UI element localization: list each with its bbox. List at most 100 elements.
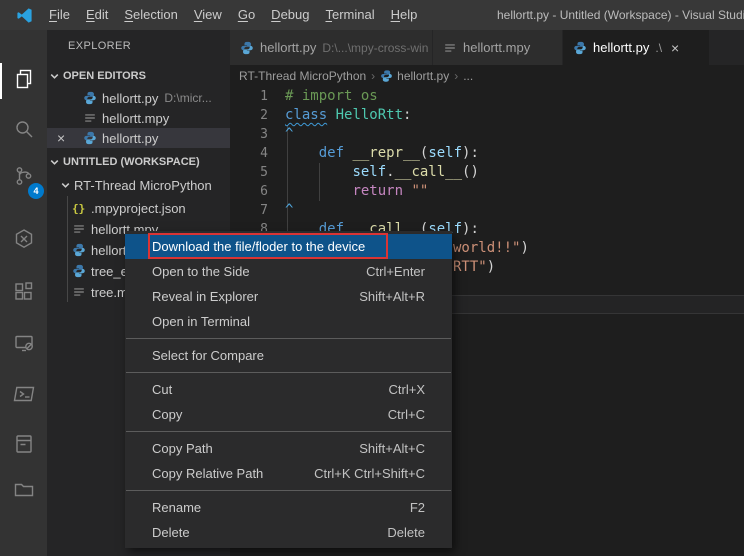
breadcrumb-item[interactable]: RT-Thread MicroPython [239,69,366,83]
menu-item-label: Copy Path [152,436,213,461]
tab-path-hint: D:\...\mpy-cross-win [322,41,428,55]
breadcrumb-item[interactable]: ... [463,69,473,83]
activity-bar: 4 [0,30,47,556]
menu-help[interactable]: Help [383,0,426,30]
tab-hellortt.mpy[interactable]: hellortt.mpy [433,30,563,65]
chevron-down-icon [49,71,60,82]
activity-search-button[interactable] [0,116,47,146]
file-name: .mpyproject.json [91,201,186,216]
menu-item-label: Rename [152,495,201,520]
menu-go[interactable]: Go [230,0,263,30]
context-menu-item-cut[interactable]: CutCtrl+X [125,377,452,402]
activity-terminal-button[interactable] [0,381,47,411]
tab-label: hellortt.py [593,40,649,55]
activity-extensions-button[interactable] [0,279,47,309]
activity-device-monitor-button[interactable] [0,330,47,360]
activity-debug-button[interactable] [0,226,47,256]
activity-folder-button[interactable] [0,476,47,506]
menu-item-label: Copy Relative Path [152,461,263,486]
mpy-file-icon [83,111,98,125]
source-control-badge: 4 [28,183,44,199]
context-menu-item-copy[interactable]: CopyCtrl+C [125,402,452,427]
line-number: 1 [230,87,268,106]
menu-file[interactable]: File [41,0,78,30]
tab-hellortt.py-active[interactable]: hellortt.py .\ × [563,30,710,65]
menu-item-shortcut: Delete [387,520,425,545]
open-editor-hellortt.py[interactable]: hellortt.pyD:\micr... [47,88,230,108]
editor-tab-bar: hellortt.pyD:\...\mpy-cross-winhellortt.… [230,30,744,65]
folder-icon [12,477,36,506]
menu-edit[interactable]: Edit [78,0,116,30]
context-menu-item-open-in-terminal[interactable]: Open in Terminal [125,309,452,334]
menu-item-shortcut: Ctrl+X [389,377,425,402]
window-title: hellortt.py - Untitled (Workspace) - Vis… [497,0,744,30]
line-number: 2 [230,106,268,125]
search-icon [12,117,36,146]
menu-item-label: Open to the Side [152,259,250,284]
menu-terminal[interactable]: Terminal [317,0,382,30]
menu-selection[interactable]: Selection [116,0,185,30]
activity-explorer-button[interactable] [0,66,47,96]
activity-source-control-button[interactable]: 4 [0,163,47,193]
workspace-header[interactable]: UNTITLED (WORKSPACE) [47,152,230,172]
menu-debug[interactable]: Debug [263,0,317,30]
open-editor-hellortt.mpy[interactable]: hellortt.mpy [47,108,230,128]
menu-view[interactable]: View [186,0,230,30]
file-name: hellortt.mpy [102,111,169,126]
close-icon[interactable]: × [57,128,65,148]
breadcrumb-item[interactable]: hellortt.py [380,69,449,83]
title-bar: FileEditSelectionViewGoDebugTerminalHelp… [0,0,744,30]
notebook-icon [12,432,36,461]
tab-label: hellortt.mpy [463,40,530,55]
context-menu-item-reveal-in-explorer[interactable]: Reveal in Explorer Shift+Alt+R [125,284,452,309]
menu-item-shortcut: Shift+Alt+R [359,284,425,309]
breadcrumb: RT-Thread MicroPython›hellortt.py›... [230,65,744,87]
folder-rt-thread-micropython[interactable]: RT-Thread MicroPython [47,175,230,195]
code-line-2: 2class HelloRtt: [230,106,744,125]
extensions-icon [12,280,36,309]
menu-item-shortcut: Ctrl+C [388,402,425,427]
open-editors-header[interactable]: OPEN EDITORS [47,66,230,86]
menu-separator [126,490,451,491]
menu-item-shortcut: Ctrl+K Ctrl+Shift+C [314,461,425,486]
line-number: 6 [230,182,268,201]
menu-item-label: Open in Terminal [152,309,250,334]
python-file-icon [72,264,87,278]
python-file-icon [573,41,588,55]
tab-path-hint: .\ [655,41,662,55]
context-menu-item-delete[interactable]: Delete Delete [125,520,452,545]
menu-item-label: Reveal in Explorer [152,284,258,309]
context-menu: Download the file/floder to the deviceOp… [125,231,452,548]
context-menu-item-rename[interactable]: Rename F2 [125,495,452,520]
python-file-icon [83,91,98,105]
open-editor-hellortt.py[interactable]: ×hellortt.py [47,128,230,148]
tab-hellortt.py[interactable]: hellortt.pyD:\...\mpy-cross-win [230,30,433,65]
line-number: 5 [230,163,268,182]
code-line-3: 3^ [230,125,744,144]
close-icon[interactable]: × [671,40,679,56]
files-icon [12,67,36,96]
context-menu-item-copy-path[interactable]: Copy PathShift+Alt+C [125,436,452,461]
menu-item-label: Delete [152,520,190,545]
context-menu-item-copy-relative-path[interactable]: Copy Relative Path Ctrl+K Ctrl+Shift+C [125,461,452,486]
menu-separator [126,431,451,432]
python-file-icon [380,69,393,83]
device-monitor-icon [12,331,36,360]
menu-item-shortcut: Ctrl+Enter [366,259,425,284]
sidebar-title: EXPLORER [68,40,131,52]
menu-item-shortcut: F2 [410,495,425,520]
menu-item-label: Download the file/floder to the device [152,234,365,259]
file-name: hellortt.py [102,91,158,106]
context-menu-item-select-for-compare[interactable]: Select for Compare [125,343,452,368]
terminal-icon [12,382,36,411]
activity-notebook-button[interactable] [0,431,47,461]
context-menu-item-download-the-file-floder-to-the-device[interactable]: Download the file/floder to the device [125,234,452,259]
context-menu-item-open-to-the-side[interactable]: Open to the Side Ctrl+Enter [125,259,452,284]
chevron-down-icon [49,157,60,168]
code-line-1: 1# import os [230,87,744,106]
tree-item-.mpyproject.json[interactable]: {}.mpyproject.json [47,198,230,218]
mpy-file-icon [72,222,87,236]
python-file-icon [240,41,255,55]
code-line-7: 7^ [230,201,744,220]
debug-icon [12,227,36,256]
